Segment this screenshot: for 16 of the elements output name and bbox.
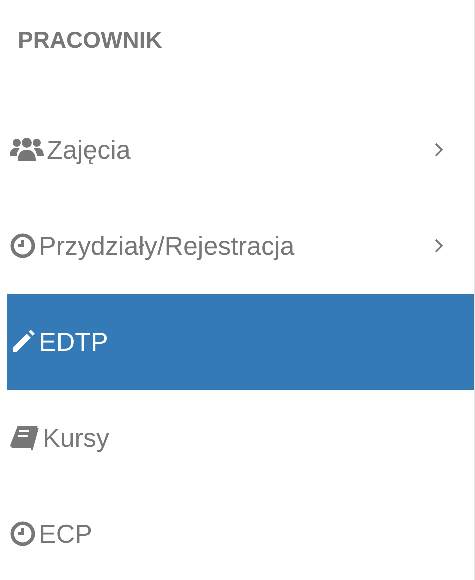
clock-icon — [10, 233, 36, 259]
menu-item[interactable]: EDTP — [7, 294, 474, 390]
menu-item-label: ECP — [39, 518, 92, 550]
menu-item-label: Zajęcia — [47, 134, 131, 166]
users-icon — [10, 137, 44, 163]
menu-item-label: Kursy — [43, 422, 110, 454]
menu-item[interactable]: Zajęcia — [7, 102, 474, 198]
pencil-icon — [10, 329, 36, 355]
clock-icon — [10, 521, 36, 547]
menu-item-label: EDTP — [39, 326, 108, 358]
menu-item[interactable]: Kursy — [7, 390, 474, 486]
section-heading: PRACOWNIK — [18, 26, 162, 55]
menu-item[interactable]: ECP — [7, 486, 474, 580]
menu-item-label: Przydziały/Rejestracja — [39, 230, 295, 262]
menu-item[interactable]: Przydziały/Rejestracja — [7, 198, 474, 294]
book-icon — [10, 425, 40, 451]
